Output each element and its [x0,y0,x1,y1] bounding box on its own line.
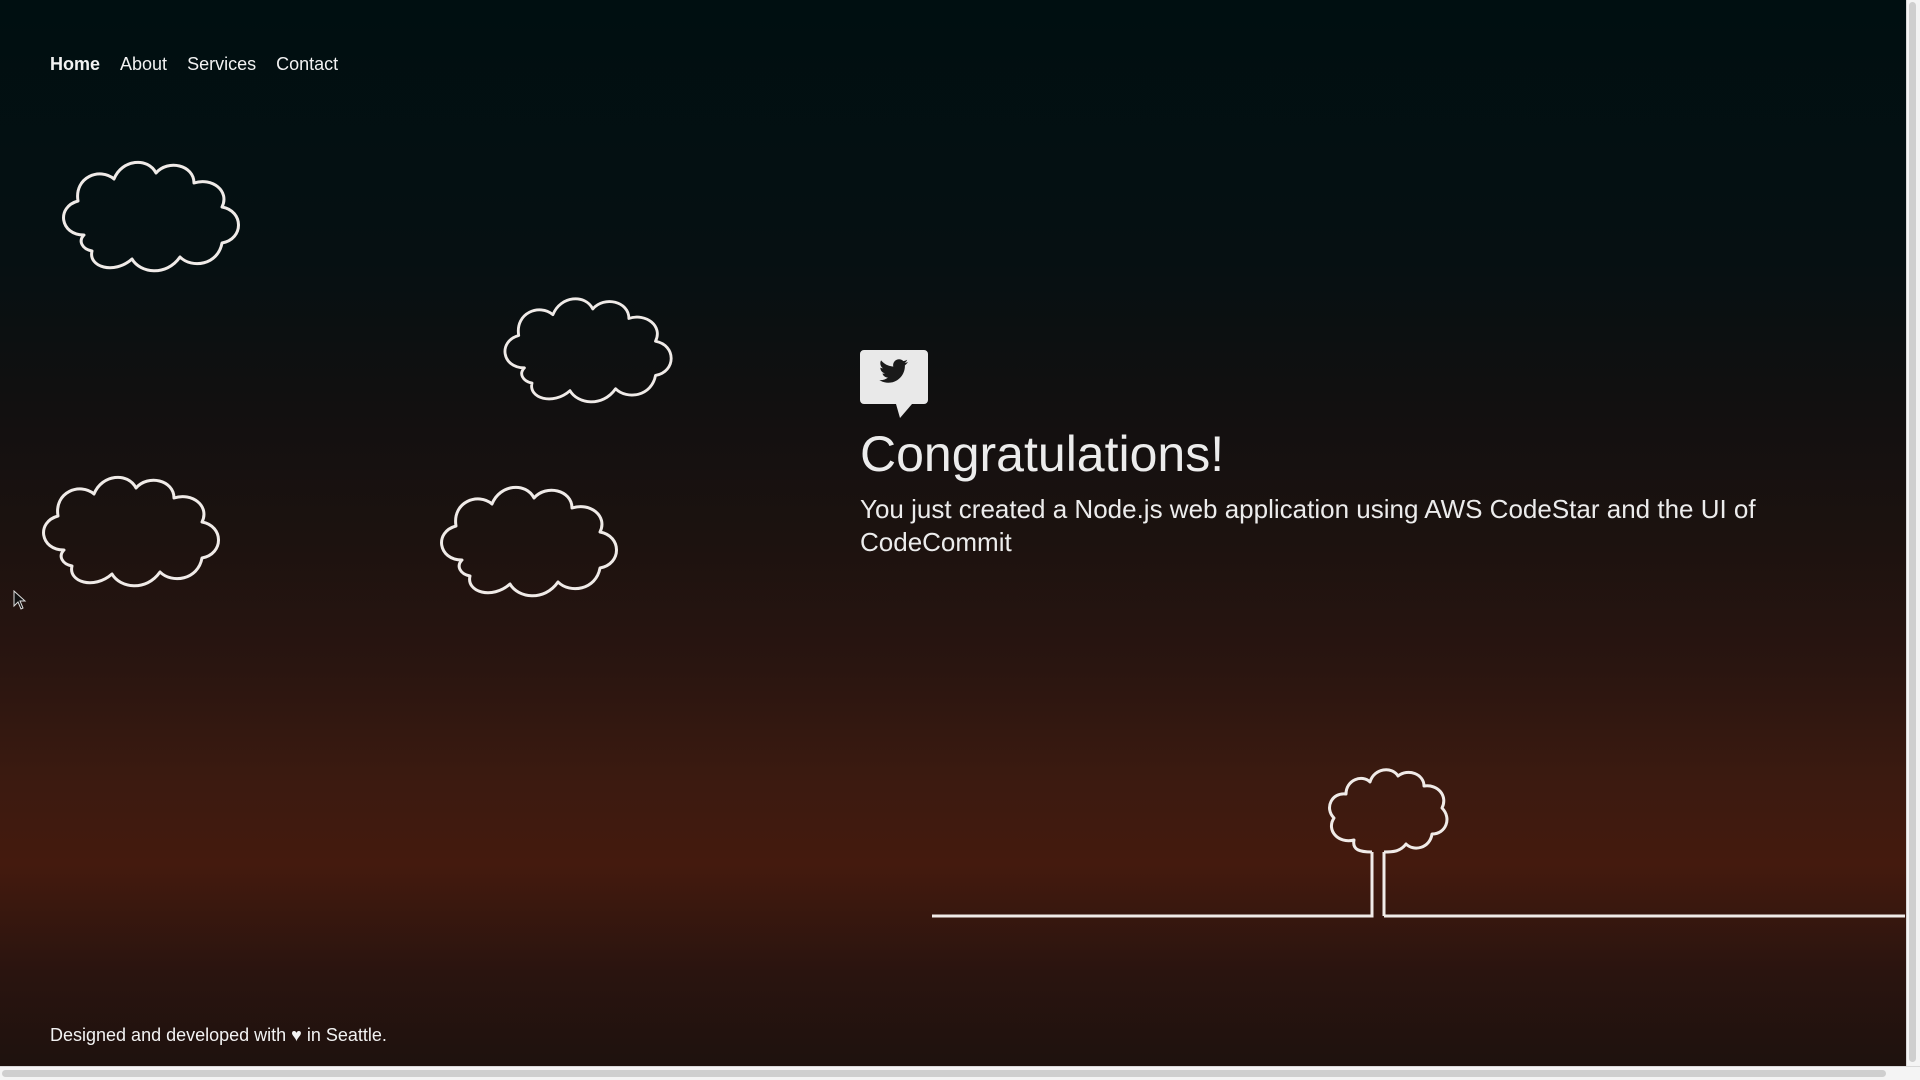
cloud-illustration [32,462,232,592]
horizontal-scrollbar[interactable] [0,1066,1920,1080]
main-nav: Home About Services Contact [50,54,338,75]
twitter-bird-icon [860,350,928,418]
nav-services-link[interactable]: Services [187,54,256,75]
tree-ground-illustration [930,740,1905,930]
nav-home-link[interactable]: Home [50,54,100,75]
nav-about-link[interactable]: About [120,54,167,75]
cloud-illustration [494,281,684,411]
hero-section: Congratulations! You just created a Node… [860,350,1820,559]
nav-contact-link[interactable]: Contact [276,54,338,75]
vertical-scrollbar-thumb[interactable] [1909,2,1916,1062]
page-title: Congratulations! [860,426,1225,482]
cloud-illustration [52,147,252,277]
vertical-scrollbar[interactable] [1906,0,1920,1067]
cloud-illustration [430,472,630,602]
horizontal-scrollbar-thumb[interactable] [2,1070,1886,1077]
footer-text: Designed and developed with ♥ in Seattle… [50,1025,387,1045]
mouse-cursor-icon [13,589,27,615]
hero-message: You just created a Node.js web applicati… [860,493,1756,557]
